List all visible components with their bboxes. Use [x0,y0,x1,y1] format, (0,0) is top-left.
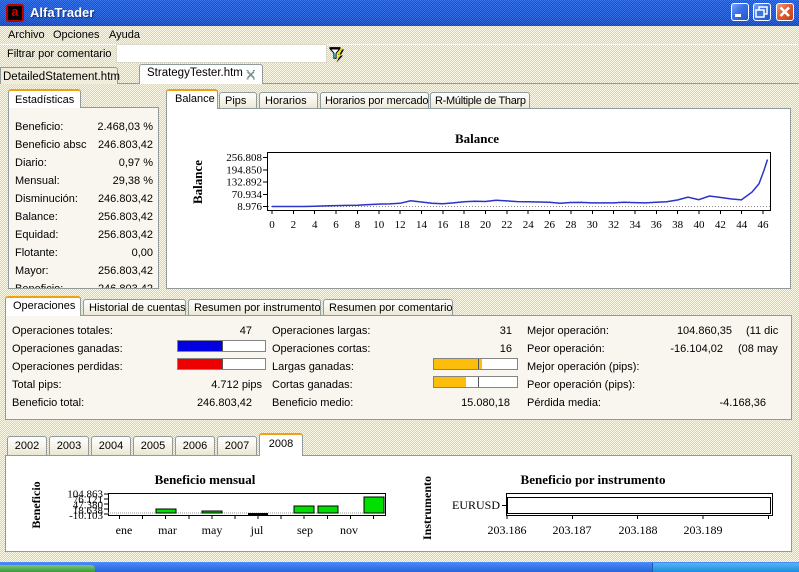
svg-text:2: 2 [291,219,297,231]
svg-text:Beneficio: Beneficio [30,481,43,528]
svg-text:20: 20 [480,219,492,231]
svg-text:203.187: 203.187 [553,523,592,537]
svg-text:sep: sep [297,523,313,537]
svg-text:18: 18 [459,219,471,231]
svg-text:132.892: 132.892 [226,177,262,189]
svg-text:6: 6 [333,219,339,231]
svg-text:ene: ene [116,523,133,537]
svg-text:44: 44 [736,219,748,231]
svg-text:Balance: Balance [455,131,499,146]
svg-text:30: 30 [587,219,599,231]
svg-text:Balance: Balance [190,160,205,204]
svg-text:16: 16 [437,219,449,231]
svg-text:28: 28 [565,219,577,231]
svg-text:8.976: 8.976 [237,201,262,213]
svg-text:Instrumento: Instrumento [420,476,434,540]
svg-text:46: 46 [758,219,770,231]
svg-text:203.186: 203.186 [488,523,527,537]
svg-text:22: 22 [501,219,512,231]
svg-text:38: 38 [672,219,684,231]
svg-text:32: 32 [608,219,619,231]
svg-text:EURUSD: EURUSD [452,498,500,512]
svg-text:mar: mar [158,523,177,537]
svg-text:70.934: 70.934 [232,189,263,201]
svg-text:nov: nov [340,523,358,537]
svg-text:jul: jul [250,523,264,537]
svg-text:194.850: 194.850 [226,164,262,176]
svg-text:42: 42 [715,219,726,231]
svg-text:14: 14 [416,219,428,231]
svg-text:36: 36 [651,219,663,231]
svg-text:may: may [202,523,223,537]
svg-text:8: 8 [355,219,361,231]
svg-text:26: 26 [544,219,556,231]
svg-text:203.188: 203.188 [619,523,658,537]
svg-text:40: 40 [694,219,706,231]
svg-text:10: 10 [373,219,385,231]
svg-text:0: 0 [269,219,275,231]
svg-text:-10.103: -10.103 [69,510,103,522]
svg-text:24: 24 [523,219,535,231]
svg-text:34: 34 [629,219,641,231]
svg-text:Beneficio por instrumento: Beneficio por instrumento [521,472,666,487]
svg-text:256.808: 256.808 [226,152,262,164]
svg-text:12: 12 [395,219,406,231]
svg-text:4: 4 [312,219,318,231]
svg-text:203.189: 203.189 [684,523,723,537]
svg-text:Beneficio mensual: Beneficio mensual [155,472,256,487]
